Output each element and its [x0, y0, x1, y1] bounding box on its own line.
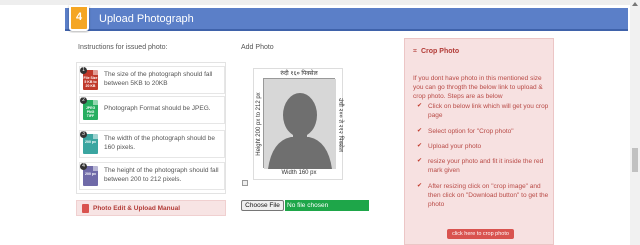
photo-placeholder: रुंदी १६० पिक्सेल Width 160 px Height 20…: [253, 68, 343, 180]
width-label-marathi: रुंदी १६० पिक्सेल: [280, 71, 318, 77]
crop-icon: ⌗: [413, 48, 417, 55]
choose-file-button[interactable]: Choose File: [241, 200, 284, 211]
photo-manual-link[interactable]: Photo Edit & Upload Manual: [76, 200, 226, 216]
scrollbar-thumb[interactable]: [632, 148, 638, 172]
height-label-marathi: उंची २०० ते २१२ पिक्सेल: [337, 98, 343, 152]
crop-title: Crop Photo: [421, 48, 460, 55]
instruction-text: The size of the photograph should fall b…: [104, 71, 213, 87]
instructions-heading: Instructions for issued photo:: [78, 44, 168, 51]
file-format-icon: 2 JPEG PNG TIFF: [80, 97, 98, 120]
step-number-badge: 4: [69, 5, 89, 31]
check-icon: ✔: [417, 183, 423, 189]
crop-photo-button[interactable]: click here to crop photo: [447, 229, 514, 239]
instruction-item: 3 200 px The width of the photograph sho…: [79, 130, 225, 158]
check-icon: ✔: [417, 143, 423, 149]
height-icon: 4 200 px: [80, 163, 98, 186]
check-icon: ✔: [417, 103, 423, 109]
crop-intro-text: If you dont have photo in this mentioned…: [413, 75, 543, 100]
section-title: Upload Photograph: [99, 13, 194, 25]
check-icon: ✔: [417, 128, 423, 134]
instruction-item: 1 File Size 5 KB to 20 KB The size of th…: [79, 66, 225, 94]
width-label: Width 160 px: [281, 170, 317, 176]
sample-photo: [263, 78, 336, 169]
instruction-text: The width of the photograph should be 16…: [104, 135, 215, 151]
pdf-icon: [82, 204, 89, 213]
person-silhouette-icon: [264, 79, 336, 169]
file-status-text: No file chosen: [285, 200, 369, 211]
file-size-icon: 1 File Size 5 KB to 20 KB: [80, 67, 98, 90]
top-strip: [0, 0, 640, 5]
check-icon: ✔: [417, 158, 423, 164]
broken-image-icon: [242, 180, 248, 186]
instruction-text: Photograph Format should be JPEG.: [104, 105, 211, 112]
width-icon: 3 200 px: [80, 131, 98, 154]
height-label: Height 200 px to 212 px: [256, 92, 262, 156]
add-photo-heading: Add Photo: [241, 44, 274, 51]
instruction-item: 4 200 px The height of the photograph sh…: [79, 162, 225, 190]
photo-file-input[interactable]: Choose File No file chosen: [241, 200, 369, 211]
page-scrollbar[interactable]: [630, 0, 640, 245]
instruction-text: The height of the photograph should fall…: [104, 167, 219, 183]
instruction-item: 2 JPEG PNG TIFF Photograph Format should…: [79, 96, 225, 124]
scroll-up-arrow-icon[interactable]: [632, 2, 638, 6]
manual-link-label: Photo Edit & Upload Manual: [93, 205, 181, 212]
crop-photo-panel: ⌗ Crop Photo If you dont have photo in t…: [404, 38, 554, 245]
